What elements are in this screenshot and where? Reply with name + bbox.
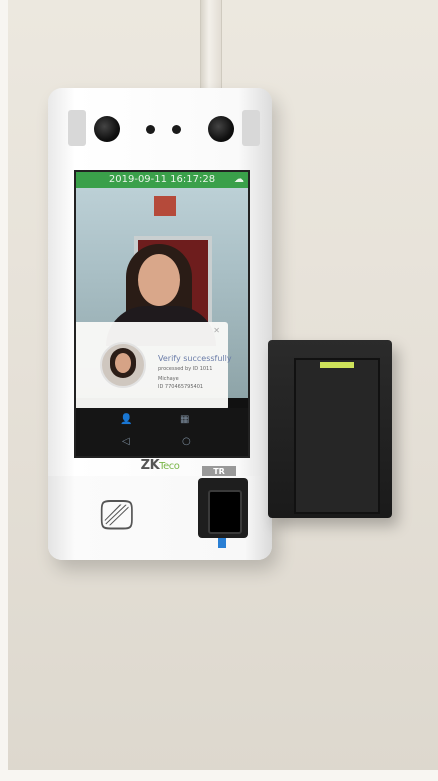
card-reader-led: [320, 362, 354, 368]
card-reader-face[interactable]: [294, 358, 380, 514]
cloud-status-icon: ☁: [234, 174, 244, 185]
card-tap-icon: ⎚: [100, 490, 134, 539]
fingerprint-window[interactable]: [208, 490, 242, 534]
avatar: [100, 342, 146, 388]
ir-window-left: [68, 110, 86, 146]
cable-conduit: [200, 0, 222, 92]
verification-dialog: ✕ Verify successfully processed by ID 10…: [76, 322, 232, 410]
ir-window-right: [242, 110, 260, 146]
sensor-bar: [62, 110, 260, 150]
terminal-screen[interactable]: 2019-09-11 16:17:28 ☁ ✕ Verify successfu…: [74, 170, 250, 458]
camera-right-icon: [208, 116, 234, 142]
sensor-dot-icon: [172, 125, 181, 134]
verify-message: Verify successfully: [158, 354, 232, 363]
menu-grid-icon[interactable]: ▦: [180, 414, 189, 425]
user-id: ID 770465795401: [158, 384, 204, 390]
verify-subtitle: processed by ID 1011: [158, 366, 213, 372]
photo-bottom-edge: [0, 770, 438, 781]
nav-bar: 👤 ▦ ◁ ○: [76, 408, 248, 456]
card-reader[interactable]: [268, 340, 392, 518]
photo-edge: [0, 0, 8, 781]
back-icon[interactable]: ◁: [122, 436, 130, 447]
timestamp: 2019-09-11 16:17:28: [108, 174, 216, 185]
camera-left-icon: [94, 116, 120, 142]
user-icon[interactable]: 👤: [120, 414, 132, 425]
user-name: Michaye: [158, 376, 179, 382]
person-face: [138, 254, 180, 306]
wall-sign: [154, 196, 176, 216]
status-bar: 2019-09-11 16:17:28 ☁: [76, 172, 248, 188]
home-icon[interactable]: ○: [182, 436, 191, 447]
fingerprint-scanner[interactable]: [198, 478, 248, 538]
brand-logo: ZKTeco: [140, 458, 180, 473]
close-icon[interactable]: ✕: [213, 326, 220, 335]
sensor-dot-icon: [146, 125, 155, 134]
face-recognition-terminal: 2019-09-11 16:17:28 ☁ ✕ Verify successfu…: [48, 88, 272, 560]
fingerprint-led: [218, 538, 226, 548]
terminal-lower-panel: ⎚: [48, 476, 272, 560]
